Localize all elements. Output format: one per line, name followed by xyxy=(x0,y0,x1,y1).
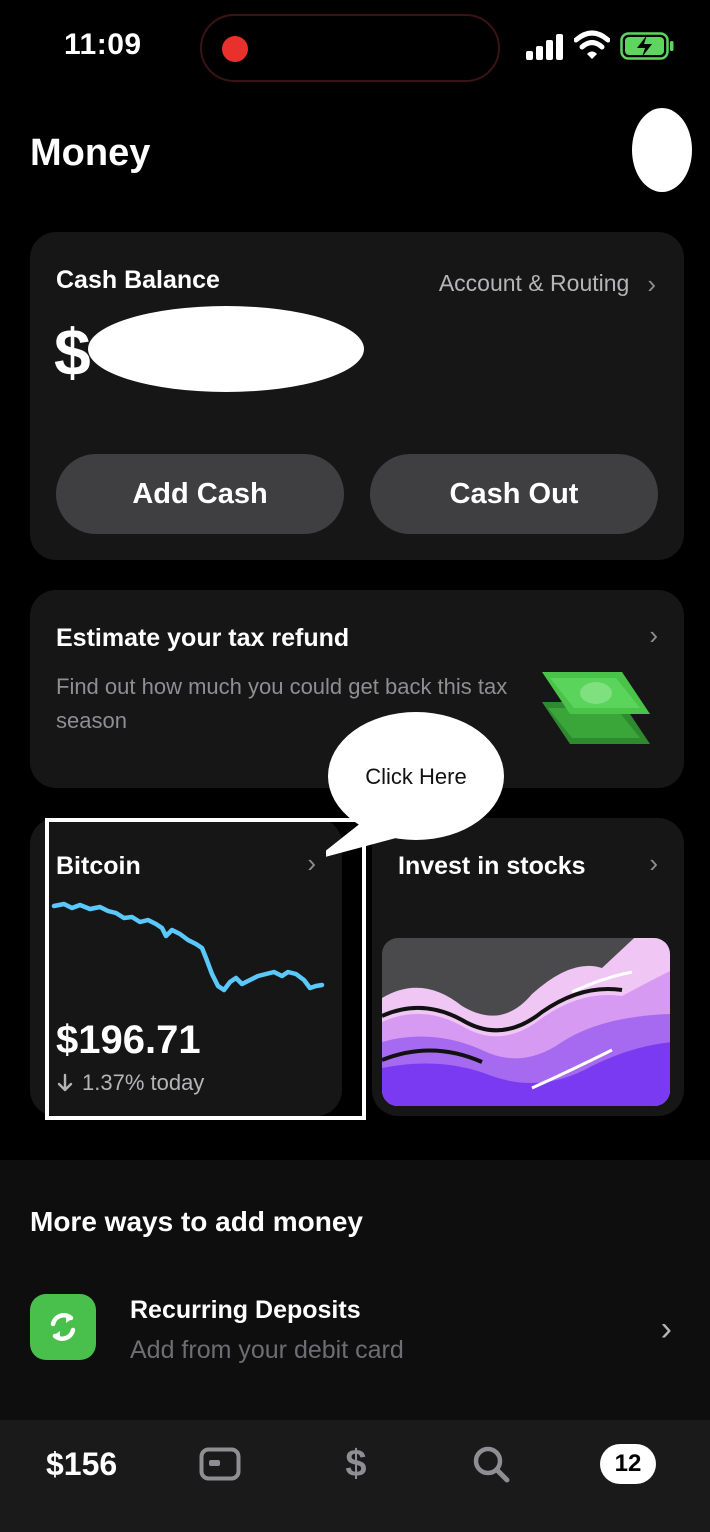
tab-search[interactable] xyxy=(470,1440,512,1488)
balance-amount-redacted xyxy=(88,306,364,392)
stocks-wave-illustration xyxy=(382,938,670,1106)
invest-stocks-card[interactable]: Invest in stocks › xyxy=(372,818,684,1116)
account-routing-link[interactable]: Account & Routing › xyxy=(439,270,656,297)
cash-out-button[interactable]: Cash Out xyxy=(370,454,658,534)
dynamic-island xyxy=(200,14,500,82)
recurring-refresh-icon xyxy=(30,1294,96,1360)
tab-activity-badge[interactable]: 12 xyxy=(600,1444,656,1484)
tab-money[interactable]: $156 xyxy=(46,1440,117,1488)
bottom-tab-bar: $156 $ 12 xyxy=(0,1420,710,1532)
tab-pay[interactable]: $ xyxy=(336,1440,376,1488)
more-ways-section: More ways to add money Recurring Deposit… xyxy=(0,1160,710,1420)
tab-card[interactable] xyxy=(198,1440,242,1488)
chevron-right-icon: › xyxy=(647,268,656,299)
status-time: 11:09 xyxy=(64,28,142,61)
page-title: Money xyxy=(30,132,151,174)
cash-balance-card[interactable]: Cash Balance Account & Routing › $ Add C… xyxy=(30,232,684,560)
card-icon xyxy=(199,1447,241,1481)
recurring-deposits-subtitle: Add from your debit card xyxy=(130,1336,404,1364)
callout-text: Click Here xyxy=(365,764,467,789)
chevron-right-icon: › xyxy=(649,848,658,878)
profile-avatar[interactable] xyxy=(632,108,692,192)
cash-stack-icon xyxy=(542,672,650,744)
wifi-icon xyxy=(574,30,610,59)
recurring-deposits-row[interactable]: Recurring Deposits Add from your debit c… xyxy=(0,1280,710,1380)
balance-currency-symbol: $ xyxy=(54,315,91,389)
chevron-right-icon: › xyxy=(649,620,658,650)
cash-balance-label: Cash Balance xyxy=(56,266,220,294)
battery-charging-icon xyxy=(620,32,674,60)
recording-indicator-icon xyxy=(222,36,248,62)
recurring-deposits-title: Recurring Deposits xyxy=(130,1296,361,1324)
dollar-icon: $ xyxy=(345,1442,367,1485)
chevron-right-icon: › xyxy=(660,1310,672,1348)
tax-refund-title: Estimate your tax refund xyxy=(56,624,350,652)
add-cash-button[interactable]: Add Cash xyxy=(56,454,344,534)
status-bar: 11:09 xyxy=(0,0,710,100)
account-routing-label: Account & Routing xyxy=(438,270,630,296)
bitcoin-highlight-box xyxy=(45,818,366,1120)
search-icon xyxy=(473,1446,510,1483)
more-ways-title: More ways to add money xyxy=(30,1206,363,1237)
cellular-signal-icon xyxy=(526,34,563,60)
